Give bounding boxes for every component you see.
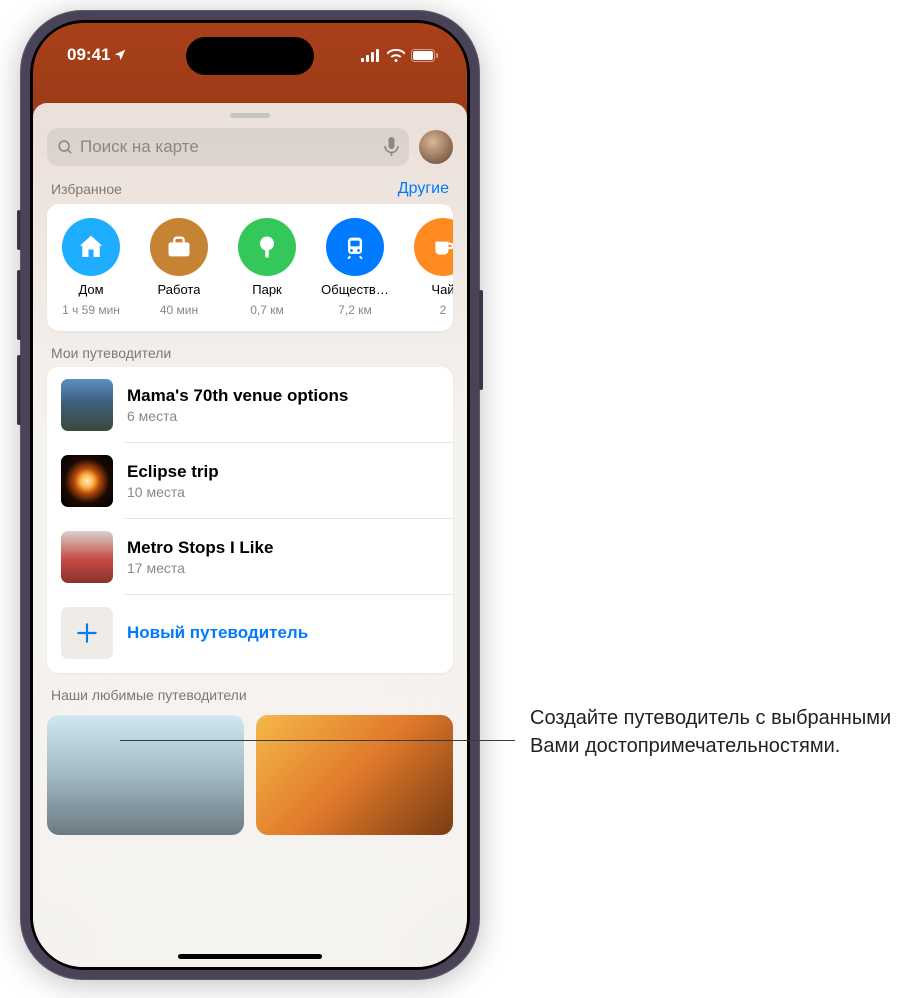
- loved-guides-title: Наши любимые путеводители: [51, 687, 247, 703]
- favorite-sublabel: 40 мин: [160, 303, 198, 317]
- my-guides-card: Mama's 70th venue options 6 места Eclipse …: [47, 367, 453, 673]
- callout-text: Создайте путеводитель с выбранными Вами …: [530, 704, 912, 761]
- favorite-sublabel: 7,2 км: [338, 303, 372, 317]
- favorites-card: Дом 1 ч 59 мин Работа 40 мин Парк 0,7 км Общес…: [47, 204, 453, 331]
- screen: 09:41: [33, 23, 467, 967]
- loved-guide-thumb[interactable]: [47, 715, 244, 835]
- volume-up-button: [17, 270, 21, 340]
- tree-icon: [238, 218, 296, 276]
- favorite-label: Чай: [431, 282, 453, 297]
- briefcase-icon: [150, 218, 208, 276]
- favorite-sublabel: 2: [440, 303, 447, 317]
- phone-frame: 09:41: [20, 10, 480, 980]
- my-guides-title: Мои путеводители: [51, 345, 171, 361]
- favorite-item[interactable]: Чай 2: [399, 218, 453, 317]
- favorites-scroller[interactable]: Дом 1 ч 59 мин Работа 40 мин Парк 0,7 км Общес…: [47, 204, 453, 331]
- favorites-more-link[interactable]: Другие: [398, 180, 449, 198]
- favorites-title: Избранное: [51, 181, 122, 197]
- home-indicator[interactable]: [178, 954, 322, 959]
- loved-guide-thumb[interactable]: [256, 715, 453, 835]
- tram-icon: [326, 218, 384, 276]
- favorite-label: Обществ…: [321, 282, 389, 297]
- plus-icon: [61, 607, 113, 659]
- guide-subtitle: 10 места: [127, 484, 439, 500]
- profile-avatar[interactable]: [419, 130, 453, 164]
- guide-subtitle: 6 места: [127, 408, 439, 424]
- sheet-grabber[interactable]: [230, 113, 270, 118]
- guide-title: Metro Stops I Like: [127, 538, 439, 558]
- favorite-label: Парк: [252, 282, 282, 297]
- guide-subtitle: 17 места: [127, 560, 439, 576]
- search-input[interactable]: [80, 137, 378, 157]
- new-guide-row[interactable]: Новый путеводитель: [47, 595, 453, 673]
- battery-icon: [411, 49, 439, 62]
- power-button: [479, 290, 483, 390]
- new-guide-label: Новый путеводитель: [127, 623, 308, 643]
- favorite-label: Дом: [78, 282, 103, 297]
- cellular-icon: [361, 49, 381, 62]
- cup-icon: [414, 218, 453, 276]
- favorite-item[interactable]: Парк 0,7 км: [223, 218, 311, 317]
- volume-down-button: [17, 355, 21, 425]
- favorite-label: Работа: [158, 282, 201, 297]
- guide-row[interactable]: Eclipse trip 10 места: [47, 443, 453, 519]
- guide-row[interactable]: Mama's 70th venue options 6 места: [47, 367, 453, 443]
- wifi-icon: [387, 49, 405, 62]
- home-icon: [62, 218, 120, 276]
- favorite-sublabel: 1 ч 59 мин: [62, 303, 120, 317]
- guide-thumbnail: [61, 531, 113, 583]
- ringer-switch: [17, 210, 21, 250]
- microphone-icon[interactable]: [384, 137, 399, 157]
- location-icon: [113, 48, 127, 62]
- favorite-item[interactable]: Обществ… 7,2 км: [311, 218, 399, 317]
- guide-title: Mama's 70th venue options: [127, 386, 439, 406]
- maps-sheet: Избранное Другие Дом 1 ч 59 мин Работа 40 м…: [33, 103, 467, 967]
- guide-title: Eclipse trip: [127, 462, 439, 482]
- status-time: 09:41: [67, 45, 110, 65]
- search-field[interactable]: [47, 128, 409, 166]
- guide-row[interactable]: Metro Stops I Like 17 места: [47, 519, 453, 595]
- guide-thumbnail: [61, 379, 113, 431]
- favorite-sublabel: 0,7 км: [250, 303, 284, 317]
- search-icon: [57, 139, 74, 156]
- favorite-item[interactable]: Работа 40 мин: [135, 218, 223, 317]
- dynamic-island: [186, 37, 314, 75]
- guide-thumbnail: [61, 455, 113, 507]
- favorite-item[interactable]: Дом 1 ч 59 мин: [47, 218, 135, 317]
